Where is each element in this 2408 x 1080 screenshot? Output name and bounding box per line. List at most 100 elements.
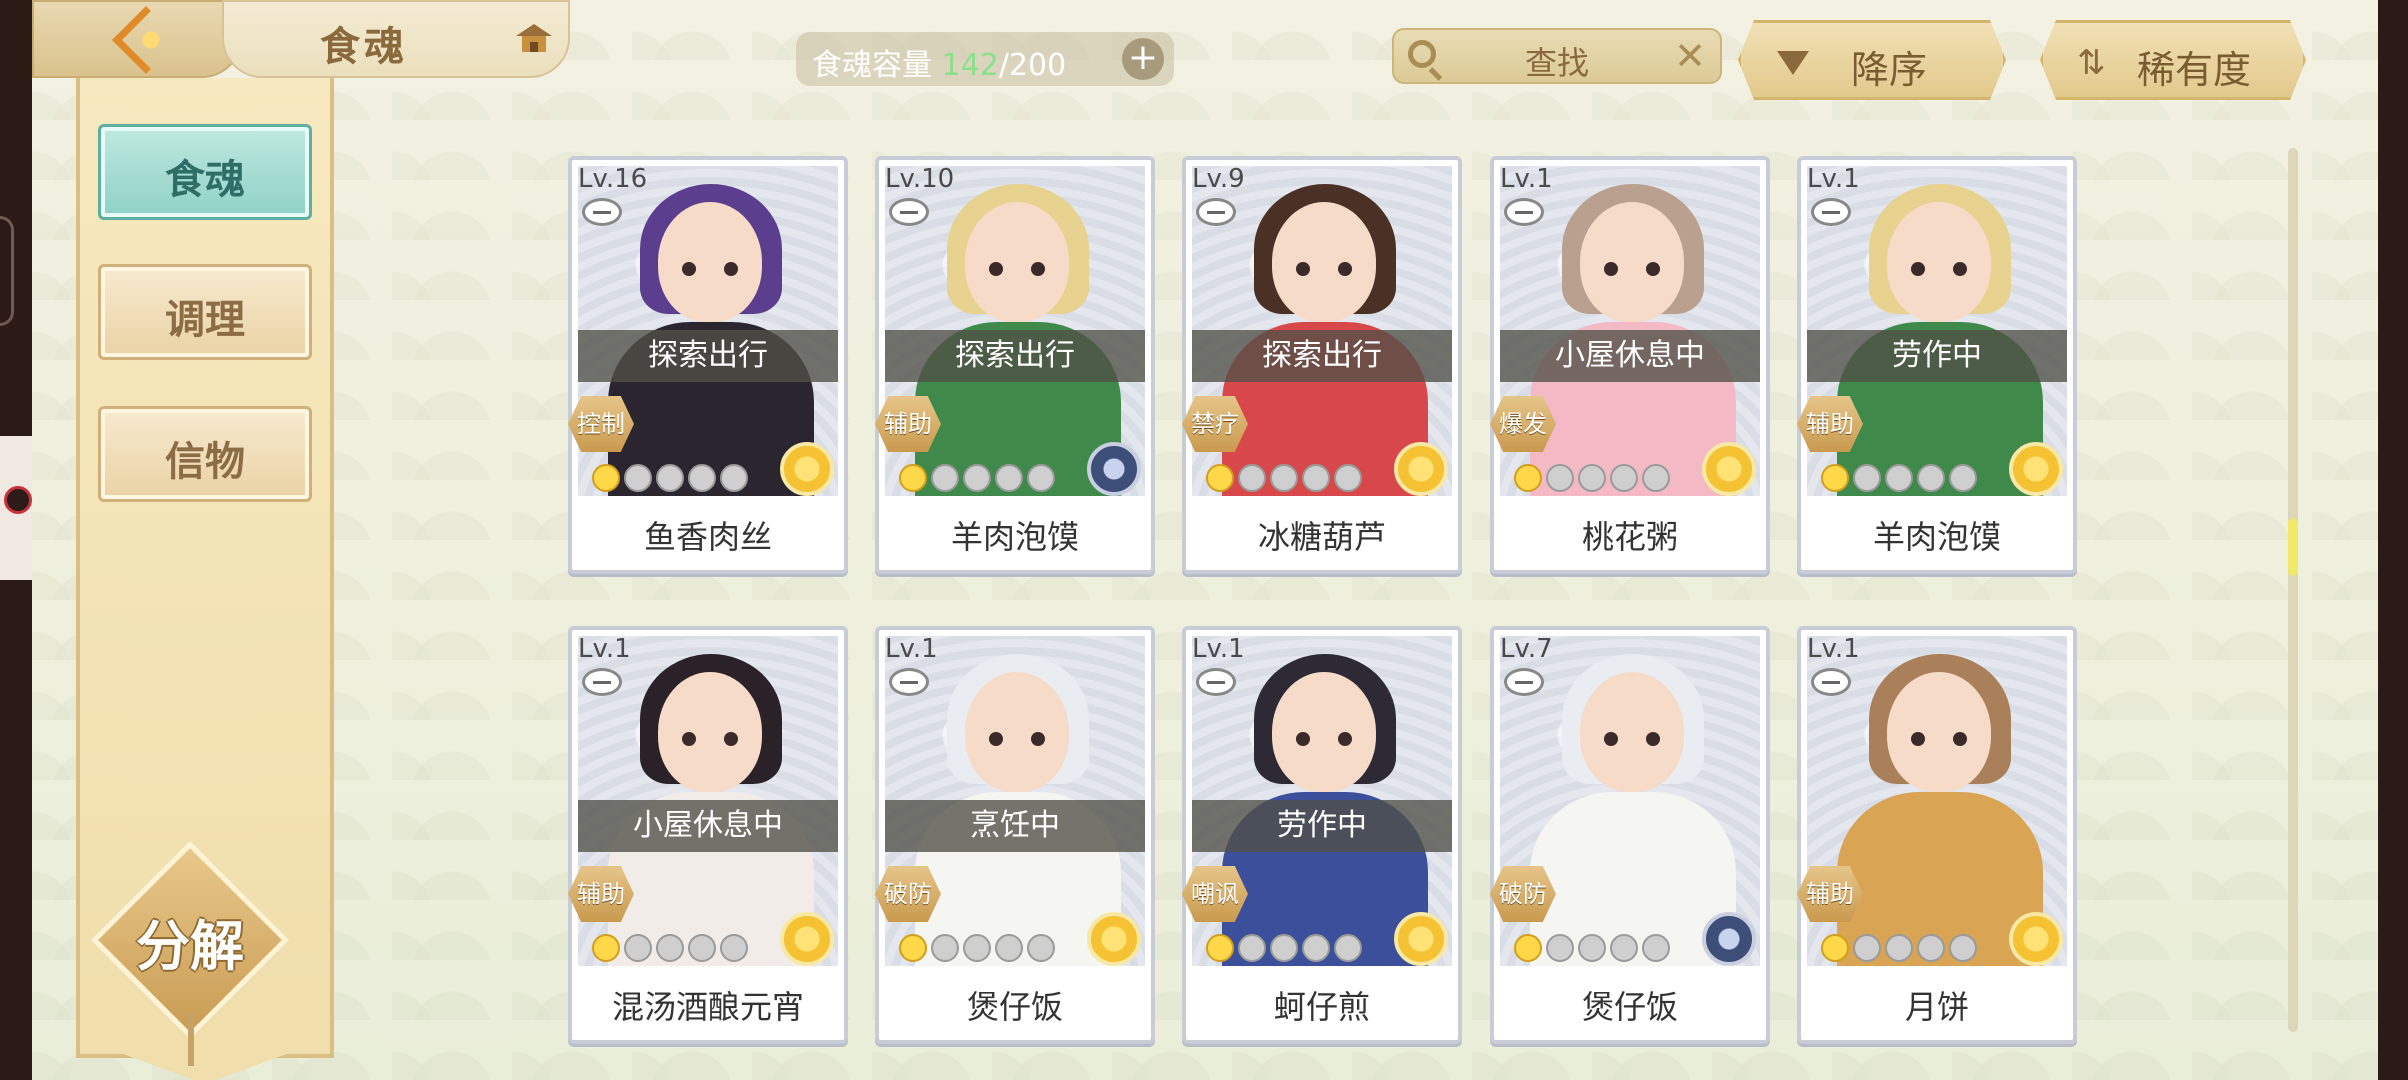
capacity-current: 142 [941, 48, 999, 83]
element-flower-icon [1087, 912, 1141, 966]
food-soul-card[interactable]: Lv.16 探索出行 控制 鱼香肉丝 [568, 156, 848, 574]
clear-search-icon[interactable]: ✕ [1674, 34, 1706, 78]
bowl-icon [1811, 198, 1851, 226]
element-flower-icon [1702, 442, 1756, 496]
character-eye [724, 732, 738, 746]
search-bar[interactable]: 查找 ✕ [1392, 28, 1722, 84]
flame-star-icon [963, 934, 991, 962]
scrollbar[interactable] [2288, 148, 2298, 1032]
flame-star-icon [1302, 934, 1330, 962]
flame-star-icon [656, 464, 684, 492]
food-soul-card[interactable]: Lv.1 劳作中 嘲讽 蚵仔煎 [1182, 626, 1462, 1044]
flame-star-icon [1642, 934, 1670, 962]
food-soul-name: 混汤酒酿元宵 [611, 988, 804, 1026]
element-flower-icon [1394, 912, 1448, 966]
back-arrow-icon [112, 6, 180, 74]
bowl-icon [582, 668, 622, 696]
capacity-label: 食魂容量 [812, 48, 932, 83]
flame-star-icon [688, 934, 716, 962]
flame-star-icon [1546, 464, 1574, 492]
character-eye [989, 262, 1003, 276]
search-label: 查找 [1524, 44, 1589, 82]
status-banner: 小屋休息中 [578, 800, 838, 852]
element-flower-icon [780, 442, 834, 496]
level-label: Lv.1 [1192, 634, 1245, 664]
flame-star-icon [931, 464, 959, 492]
tab-tokens[interactable]: 信物 [98, 406, 312, 502]
food-soul-card[interactable]: Lv.10 探索出行 辅助 羊肉泡馍 [875, 156, 1155, 574]
flame-star-icon [1610, 464, 1638, 492]
role-badge: 控制 [568, 396, 634, 452]
status-banner: 烹饪中 [885, 800, 1145, 852]
status-banner: 探索出行 [1192, 330, 1452, 382]
role-badge: 爆发 [1490, 396, 1556, 452]
star-rating [1206, 934, 1362, 962]
flame-star-icon [1027, 464, 1055, 492]
bowl-icon [889, 668, 929, 696]
bowl-icon [1196, 198, 1236, 226]
sort-key-button[interactable]: ⇅ 稀有度 [2040, 20, 2306, 100]
food-soul-card[interactable]: Lv.1 劳作中 辅助 羊肉泡馍 [1797, 156, 2077, 574]
flame-star-icon [592, 934, 620, 962]
back-button[interactable] [32, 0, 242, 78]
tab-cooking[interactable]: 调理 [98, 264, 312, 360]
food-soul-card[interactable]: Lv.1 辅助 月饼 [1797, 626, 2077, 1044]
star-rating [1821, 464, 1977, 492]
role-badge: 辅助 [875, 396, 941, 452]
food-soul-card[interactable]: Lv.1 小屋休息中 爆发 桃花粥 [1490, 156, 1770, 574]
expand-capacity-button[interactable]: + [1122, 38, 1164, 80]
element-flower-icon [1087, 442, 1141, 496]
role-badge: 破防 [875, 866, 941, 922]
food-soul-card[interactable]: Lv.1 烹饪中 破防 煲仔饭 [875, 626, 1155, 1044]
home-icon[interactable] [514, 22, 554, 56]
flame-star-icon [1206, 934, 1234, 962]
character-eye [1338, 262, 1352, 276]
character-face [965, 202, 1069, 322]
flame-star-icon [1949, 934, 1977, 962]
flame-star-icon [1917, 934, 1945, 962]
flame-star-icon [1334, 464, 1362, 492]
star-rating [1514, 464, 1670, 492]
food-soul-card[interactable]: Lv.1 小屋休息中 辅助 混汤酒酿元宵 [568, 626, 848, 1044]
food-soul-name: 煲仔饭 [1581, 988, 1678, 1026]
character-eye [1911, 262, 1925, 276]
sort-order-button[interactable]: 降序 [1738, 20, 2006, 100]
flame-star-icon [1949, 464, 1977, 492]
level-label: Lv.16 [578, 164, 648, 194]
sort-down-icon [1777, 51, 1809, 75]
flame-star-icon [899, 934, 927, 962]
scrollbar-thumb[interactable] [2288, 518, 2298, 576]
flame-star-icon [720, 934, 748, 962]
device-frame-right [2378, 0, 2408, 1080]
level-label: Lv.1 [1500, 164, 1553, 194]
character-eye [1338, 732, 1352, 746]
food-soul-card[interactable]: Lv.9 探索出行 禁疗 冰糖葫芦 [1182, 156, 1462, 574]
sort-key-label: 稀有度 [2137, 48, 2252, 92]
bowl-icon [1504, 198, 1544, 226]
tab-cooking-label: 调理 [165, 296, 245, 343]
level-label: Lv.1 [1807, 634, 1860, 664]
tassel-decoration [188, 1014, 194, 1066]
character-eye [989, 732, 1003, 746]
character-face [1580, 202, 1684, 322]
role-badge: 嘲讽 [1182, 866, 1248, 922]
food-soul-name: 鱼香肉丝 [643, 518, 772, 556]
food-soul-card[interactable]: Lv.7 破防 煲仔饭 [1490, 626, 1770, 1044]
character-eye [1031, 262, 1045, 276]
element-flower-icon [780, 912, 834, 966]
device-frame-arc [0, 216, 14, 326]
game-screen: 食魂 食魂容量 142/200 + 查找 ✕ 降序 ⇅ 稀有度 食魂 调理 信物 [32, 0, 2378, 1080]
star-rating [899, 934, 1055, 962]
tab-food-souls[interactable]: 食魂 [98, 124, 312, 220]
page-title: 食魂 [320, 23, 408, 70]
tab-tokens-label: 信物 [165, 438, 245, 485]
app-logo-icon [4, 486, 32, 514]
flame-star-icon [1514, 464, 1542, 492]
flame-star-icon [1546, 934, 1574, 962]
level-label: Lv.9 [1192, 164, 1245, 194]
flame-star-icon [1578, 464, 1606, 492]
flame-star-icon [995, 934, 1023, 962]
flame-star-icon [1238, 934, 1266, 962]
food-soul-name: 蚵仔煎 [1273, 988, 1370, 1026]
flame-star-icon [656, 934, 684, 962]
